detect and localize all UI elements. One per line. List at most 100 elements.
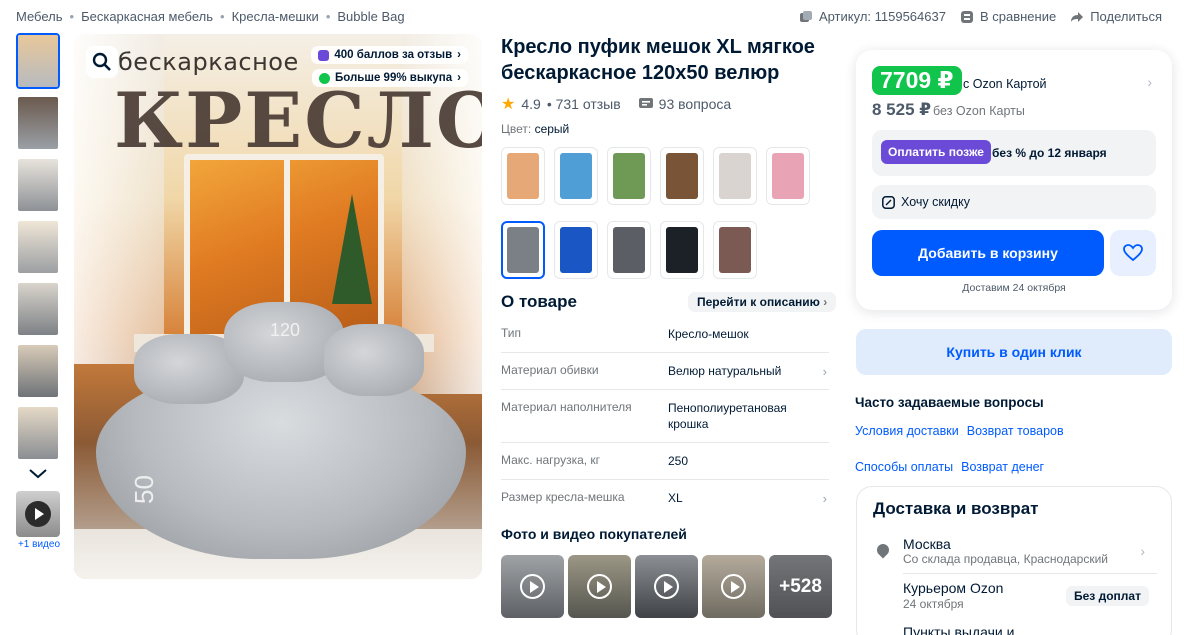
swatch-image xyxy=(719,227,751,273)
swatch-image xyxy=(507,227,539,273)
about-heading: О товаре xyxy=(501,292,577,311)
swatch-image xyxy=(772,153,804,199)
thumbnail[interactable] xyxy=(16,281,60,337)
share-icon xyxy=(1071,11,1084,22)
swatch-image xyxy=(560,227,592,273)
product-title: Кресло пуфик мешок XL мягкое бескаркасно… xyxy=(501,36,815,84)
main-product-image[interactable]: бескаркасное КРЕСЛО 120 50 400 баллов за… xyxy=(74,34,482,579)
spec-row: Материал наполнителя Пенополиуретановая … xyxy=(501,390,829,443)
ozon-card-caption: с Ozon Картой xyxy=(963,77,1047,91)
thumbnail[interactable] xyxy=(16,219,60,275)
swatch-image xyxy=(719,153,751,199)
buyer-video-thumb[interactable] xyxy=(635,555,698,618)
image-size-label: 120 xyxy=(270,320,301,340)
play-icon xyxy=(721,574,746,599)
faq-link-payment[interactable]: Способы оплаты xyxy=(855,460,953,474)
image-search-button[interactable] xyxy=(86,46,118,78)
image-overlay-text: бескаркасное xyxy=(118,48,299,76)
spec-value: 250 xyxy=(668,454,689,468)
ozon-card-price: 7709 ₽ xyxy=(872,66,962,95)
reviews-link[interactable]: • 731 отзыв xyxy=(547,96,621,112)
thumbnail[interactable] xyxy=(16,95,60,151)
chevron-right-icon[interactable]: › xyxy=(1140,543,1145,559)
image-badges: 400 баллов за отзыв › Больше 99% выкупа … xyxy=(311,46,468,87)
color-swatch[interactable] xyxy=(607,221,651,279)
rating-value: 4.9 xyxy=(521,96,541,112)
spec-value: XL xyxy=(668,491,683,505)
chevron-right-icon[interactable]: › xyxy=(1147,74,1152,90)
play-icon xyxy=(25,501,51,527)
location-pin-icon xyxy=(874,541,892,559)
favorite-button[interactable] xyxy=(1110,230,1156,276)
buyer-video-thumb[interactable] xyxy=(702,555,765,618)
chevron-down-icon xyxy=(29,469,47,479)
pay-later-button[interactable]: Оплатить позже xyxy=(881,140,991,164)
faq-link-returns[interactable]: Возврат товаров xyxy=(967,424,1064,438)
color-swatch[interactable] xyxy=(501,221,545,279)
color-swatch[interactable] xyxy=(660,147,704,205)
color-swatch[interactable] xyxy=(713,147,757,205)
thumbnail[interactable] xyxy=(16,405,60,461)
delivery-date: Доставим 24 октября xyxy=(962,282,1066,294)
delivery-source: Со склада продавца, Краснодарский xyxy=(903,552,1108,566)
gallery-thumbnails: +1 видео xyxy=(16,33,64,550)
buy-one-click-button[interactable]: Купить в один клик xyxy=(856,329,1172,375)
play-icon xyxy=(587,574,612,599)
add-to-cart-button[interactable]: Добавить в корзину xyxy=(872,230,1104,276)
compare-button[interactable]: В сравнение xyxy=(960,9,1056,24)
delivery-heading: Доставка и возврат xyxy=(873,499,1039,518)
color-swatch[interactable] xyxy=(766,147,810,205)
breadcrumb-separator: • xyxy=(220,9,225,24)
buyout-badge[interactable]: Больше 99% выкупа › xyxy=(312,69,468,87)
rating-row: ★ 4.9 • 731 отзыв 93 вопроса xyxy=(501,94,731,114)
buyer-video-thumb[interactable] xyxy=(568,555,631,618)
video-thumbnail[interactable] xyxy=(16,491,60,537)
chevron-right-icon: › xyxy=(822,491,827,506)
pay-later-text: без % до 12 января xyxy=(992,146,1107,160)
compare-icon xyxy=(960,10,973,23)
spec-row[interactable]: Размер кресла-мешка XL › xyxy=(501,480,829,516)
thumbnails-scroll-down[interactable] xyxy=(16,463,60,485)
delivery-card: Доставка и возврат Москва Со склада прод… xyxy=(856,486,1172,635)
go-to-description-link[interactable]: Перейти к описанию › xyxy=(688,292,837,312)
thumbnail[interactable] xyxy=(16,157,60,213)
breadcrumb-item-brand[interactable]: Bubble Bag xyxy=(337,9,404,24)
article-number[interactable]: Артикул: 1159564637 xyxy=(799,9,946,24)
breadcrumb-separator: • xyxy=(325,9,331,24)
buyer-photos-more[interactable]: +528 xyxy=(769,555,832,618)
breadcrumb-item-bean-bags[interactable]: Кресла-мешки xyxy=(232,9,319,24)
pickup-points-option: Пункты выдачи и xyxy=(903,624,1015,635)
questions-link[interactable]: 93 вопроса xyxy=(638,96,731,112)
buyer-photos-heading: Фото и видео покупателей xyxy=(501,526,687,542)
share-button[interactable]: Поделиться xyxy=(1070,9,1162,24)
chevron-right-icon: › xyxy=(457,72,461,84)
want-discount-button[interactable]: Хочу скидку xyxy=(872,185,1156,219)
chat-icon xyxy=(638,98,653,108)
pay-later-box[interactable]: Оплатить позже без % до 12 января xyxy=(872,130,1156,176)
color-swatch[interactable] xyxy=(554,221,598,279)
spec-key: Материал наполнителя xyxy=(501,400,632,414)
buyer-video-thumb[interactable] xyxy=(501,555,564,618)
thumbnail[interactable] xyxy=(16,33,60,89)
top-actions: Артикул: 1159564637 В сравнение Поделить… xyxy=(799,9,1162,24)
points-badge[interactable]: 400 баллов за отзыв › xyxy=(311,46,468,64)
swatch-image xyxy=(613,153,645,199)
breadcrumb-item-furniture[interactable]: Мебель xyxy=(16,9,63,24)
courier-date: 24 октября xyxy=(903,597,964,611)
points-icon xyxy=(318,49,330,61)
spec-key: Макс. нагрузка, кг xyxy=(501,453,601,467)
delivery-city[interactable]: Москва xyxy=(903,536,951,552)
color-swatch[interactable] xyxy=(554,147,598,205)
thumbnail[interactable] xyxy=(16,343,60,399)
breadcrumb: Мебель • Бескаркасная мебель • Кресла-ме… xyxy=(16,9,405,24)
chevron-right-icon: › xyxy=(457,49,461,61)
color-swatch[interactable] xyxy=(501,147,545,205)
spec-value: Велюр натуральный xyxy=(668,364,782,378)
breadcrumb-item-frameless[interactable]: Бескаркасная мебель xyxy=(81,9,213,24)
color-swatch[interactable] xyxy=(713,221,757,279)
spec-row[interactable]: Материал обивки Велюр натуральный › xyxy=(501,353,829,390)
color-swatch[interactable] xyxy=(607,147,651,205)
faq-link-delivery[interactable]: Условия доставки xyxy=(855,424,959,438)
faq-link-refund[interactable]: Возврат денег xyxy=(961,460,1044,474)
color-swatch[interactable] xyxy=(660,221,704,279)
